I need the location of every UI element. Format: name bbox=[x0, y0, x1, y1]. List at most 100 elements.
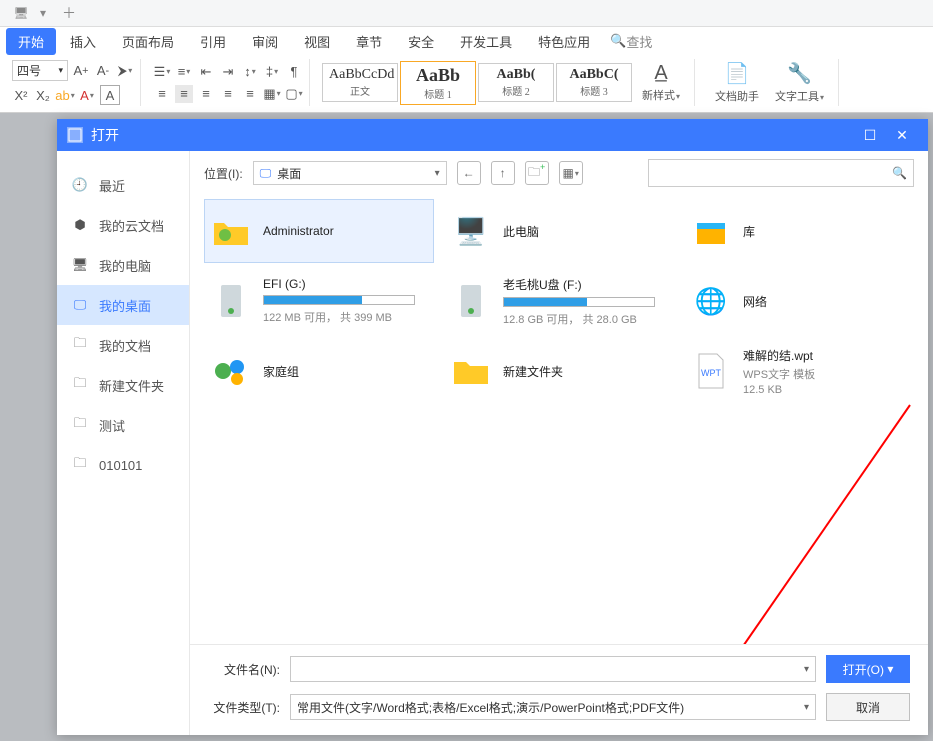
item-thispc[interactable]: 🖥️ 此电脑 bbox=[444, 199, 674, 263]
up-button[interactable]: ↑ bbox=[491, 161, 515, 185]
align-left-icon[interactable]: ≡ bbox=[153, 85, 171, 103]
search-box[interactable]: 🔍 bbox=[648, 159, 914, 187]
view-mode-button[interactable]: ▦ bbox=[559, 161, 583, 185]
folder-icon: 🗀 bbox=[71, 416, 89, 434]
item-drive-g[interactable]: EFI (G:)122 MB 可用， 共 399 MB bbox=[204, 269, 434, 333]
item-drive-f[interactable]: 老毛桃U盘 (F:)12.8 GB 可用， 共 28.0 GB bbox=[444, 269, 674, 333]
item-homegroup[interactable]: 家庭组 bbox=[204, 339, 434, 403]
cancel-button[interactable]: 取消 bbox=[826, 693, 910, 721]
item-administrator[interactable]: Administrator bbox=[204, 199, 434, 263]
show-marks-icon[interactable]: ¶ bbox=[285, 63, 303, 81]
char-border-icon[interactable]: A bbox=[100, 85, 120, 105]
shade-icon[interactable]: ▦ bbox=[263, 85, 281, 103]
close-button[interactable]: ✕ bbox=[886, 119, 918, 151]
sidebar-item-documents[interactable]: 🗀我的文档 bbox=[57, 325, 189, 365]
sidebar-item-recent[interactable]: 🕘最近 bbox=[57, 165, 189, 205]
sidebar-item-test[interactable]: 🗀测试 bbox=[57, 405, 189, 445]
dialog-title: 打开 bbox=[91, 125, 854, 145]
toolbar: 位置(I): 🖵 桌面 ▾ ← ↑ 🗀+ ▦ 🔍 bbox=[190, 151, 928, 195]
sidebar-item-cloud[interactable]: ⬢我的云文档 bbox=[57, 205, 189, 245]
new-style-button[interactable]: A̲新样式 bbox=[634, 60, 688, 105]
monitor-icon: 🖥️ bbox=[449, 211, 493, 251]
filetype-label: 文件类型(T): bbox=[208, 699, 280, 716]
menu-search-label: 查找 bbox=[626, 32, 652, 51]
menu-insert[interactable]: 插入 bbox=[58, 28, 108, 55]
align-center-icon[interactable]: ≡ bbox=[175, 85, 193, 103]
menu-special[interactable]: 特色应用 bbox=[526, 28, 602, 55]
menu-chapter[interactable]: 章节 bbox=[344, 28, 394, 55]
library-icon bbox=[689, 211, 733, 251]
folder-icon: 🗀 bbox=[71, 456, 89, 474]
superscript-icon[interactable]: X² bbox=[12, 86, 30, 104]
sidebar-item-newfolder[interactable]: 🗀新建文件夹 bbox=[57, 365, 189, 405]
search-icon: 🔍 bbox=[610, 33, 626, 49]
item-library[interactable]: 库 bbox=[684, 199, 914, 263]
drive-icon bbox=[449, 281, 493, 321]
sidebar-item-desktop[interactable]: 🖵我的桌面 bbox=[57, 285, 189, 325]
bullets-icon[interactable]: ☰ bbox=[153, 63, 171, 81]
style-h3[interactable]: AaBbC(标题 3 bbox=[556, 63, 632, 102]
text-tool-button[interactable]: 🔧文字工具 bbox=[767, 59, 832, 106]
location-select[interactable]: 🖵 桌面 ▾ bbox=[253, 161, 447, 185]
item-newfolder[interactable]: 新建文件夹 bbox=[444, 339, 674, 403]
subscript-icon[interactable]: X₂ bbox=[34, 86, 52, 104]
ribbon: 四号▾ A+ A- ⮞ X² X₂ ab A A ☰ ≡ ⇤ ⇥ ↕ ‡ ¶ ≡… bbox=[0, 55, 933, 113]
filename-input[interactable]: ▾ bbox=[290, 656, 816, 682]
folder-icon bbox=[449, 351, 493, 391]
line-spacing-icon[interactable]: ‡ bbox=[263, 63, 281, 81]
desktop-icon: 🖵 bbox=[71, 296, 89, 314]
search-icon[interactable]: 🔍 bbox=[892, 166, 907, 180]
file-icon[interactable]: ▾ bbox=[36, 6, 50, 20]
borders-icon[interactable]: ▢ bbox=[285, 85, 303, 103]
folder-icon: 🗀 bbox=[71, 336, 89, 354]
menu-view[interactable]: 视图 bbox=[292, 28, 342, 55]
menu-reference[interactable]: 引用 bbox=[188, 28, 238, 55]
shrink-font-icon[interactable]: A- bbox=[94, 62, 112, 80]
item-network[interactable]: 🌐 网络 bbox=[684, 269, 914, 333]
indent-right-icon[interactable]: ⇥ bbox=[219, 63, 237, 81]
wrench-icon: 🔧 bbox=[787, 61, 812, 86]
filetype-select[interactable]: 常用文件(文字/Word格式;表格/Excel格式;演示/PowerPoint格… bbox=[290, 694, 816, 720]
font-color-icon[interactable]: A bbox=[78, 86, 96, 104]
menu-pagelayout[interactable]: 页面布局 bbox=[110, 28, 186, 55]
font-size-select[interactable]: 四号▾ bbox=[12, 60, 68, 81]
sidebar-item-computer[interactable]: 🖥我的电脑 bbox=[57, 245, 189, 285]
menu-search[interactable]: 🔍查找 bbox=[610, 32, 652, 51]
paint-icon: A̲ bbox=[654, 62, 667, 85]
doc-helper-button[interactable]: 📄文档助手 bbox=[707, 59, 767, 106]
sidebar: 🕘最近 ⬢我的云文档 🖥我的电脑 🖵我的桌面 🗀我的文档 🗀新建文件夹 🗀测试 … bbox=[57, 151, 190, 735]
menu-home[interactable]: 开始 bbox=[6, 28, 56, 55]
dialog-titlebar: 打开 ☐ ✕ bbox=[57, 119, 928, 151]
folder-icon: 🗀 bbox=[71, 376, 89, 394]
indent-left-icon[interactable]: ⇤ bbox=[197, 63, 215, 81]
chevron-down-icon: ▾ bbox=[435, 168, 440, 179]
desktop-small-icon: 🖵 bbox=[260, 166, 272, 181]
monitor-icon[interactable]: 🖥 bbox=[14, 6, 28, 20]
style-h1[interactable]: AaBb标题 1 bbox=[400, 61, 476, 105]
numbering-icon[interactable]: ≡ bbox=[175, 63, 193, 81]
chevron-down-icon: ▾ bbox=[804, 702, 809, 713]
style-normal[interactable]: AaBbCcDd正文 bbox=[322, 63, 398, 102]
cloud-icon: ⬢ bbox=[71, 216, 89, 234]
open-button[interactable]: 打开(O) ▾ bbox=[826, 655, 910, 683]
style-h2[interactable]: AaBb(标题 2 bbox=[478, 63, 554, 102]
item-wpt-file[interactable]: WPT 难解的结.wptWPS文字 模板12.5 KB bbox=[684, 339, 914, 403]
dialog-footer: 文件名(N): ▾ 打开(O) ▾ 文件类型(T): 常用文件(文字/Word格… bbox=[190, 644, 928, 735]
menu-security[interactable]: 安全 bbox=[396, 28, 446, 55]
wpt-file-icon: WPT bbox=[689, 351, 733, 391]
back-button[interactable]: ← bbox=[457, 161, 481, 185]
grow-font-icon[interactable]: A+ bbox=[72, 62, 90, 80]
sort-icon[interactable]: ↕ bbox=[241, 63, 259, 81]
menu-review[interactable]: 审阅 bbox=[240, 28, 290, 55]
sidebar-item-010101[interactable]: 🗀010101 bbox=[57, 445, 189, 485]
new-folder-button[interactable]: 🗀+ bbox=[525, 161, 549, 185]
change-case-icon[interactable]: ⮞ bbox=[116, 62, 134, 80]
menu-devtools[interactable]: 开发工具 bbox=[448, 28, 524, 55]
search-input[interactable] bbox=[649, 166, 892, 180]
maximize-button[interactable]: ☐ bbox=[854, 119, 886, 151]
align-distribute-icon[interactable]: ≡ bbox=[241, 85, 259, 103]
align-justify-icon[interactable]: ≡ bbox=[219, 85, 237, 103]
highlight-icon[interactable]: ab bbox=[56, 86, 74, 104]
new-tab-button[interactable]: ＋ bbox=[62, 3, 76, 23]
align-right-icon[interactable]: ≡ bbox=[197, 85, 215, 103]
